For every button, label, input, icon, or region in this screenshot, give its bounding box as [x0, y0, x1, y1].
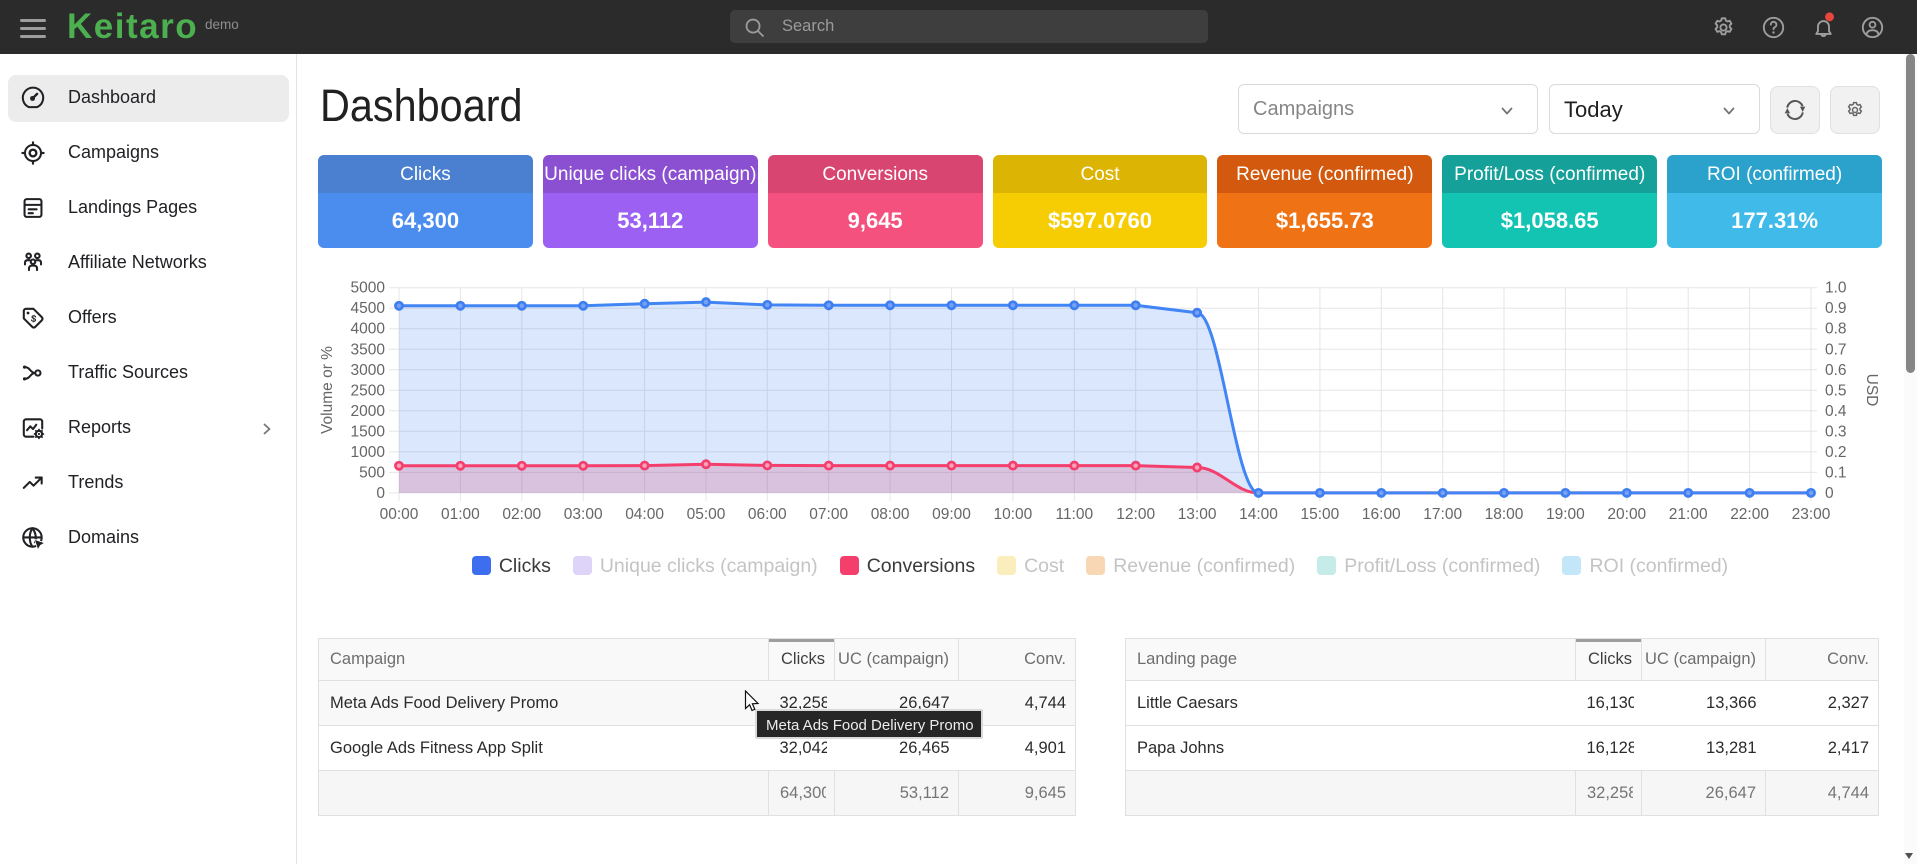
svg-text:0: 0 — [376, 485, 385, 502]
svg-text:02:00: 02:00 — [502, 506, 541, 523]
svg-text:0.1: 0.1 — [1825, 464, 1847, 481]
svg-text:15:00: 15:00 — [1301, 506, 1340, 523]
svg-text:05:00: 05:00 — [687, 506, 726, 523]
svg-text:$: $ — [30, 314, 37, 326]
svg-text:01:00: 01:00 — [441, 506, 480, 523]
svg-text:17:00: 17:00 — [1423, 506, 1462, 523]
svg-text:04:00: 04:00 — [625, 506, 664, 523]
svg-text:08:00: 08:00 — [871, 506, 910, 523]
svg-text:07:00: 07:00 — [809, 506, 848, 523]
svg-text:0: 0 — [1825, 485, 1834, 502]
svg-text:Volume or %: Volume or % — [319, 346, 336, 434]
svg-text:16:00: 16:00 — [1362, 506, 1401, 523]
svg-text:20:00: 20:00 — [1607, 506, 1646, 523]
svg-text:4500: 4500 — [351, 300, 386, 317]
svg-text:0.7: 0.7 — [1825, 341, 1847, 358]
svg-text:06:00: 06:00 — [748, 506, 787, 523]
svg-text:1000: 1000 — [351, 444, 386, 461]
svg-text:0.9: 0.9 — [1825, 300, 1847, 317]
svg-text:2500: 2500 — [351, 382, 386, 399]
svg-text:23:00: 23:00 — [1792, 506, 1831, 523]
svg-text:19:00: 19:00 — [1546, 506, 1585, 523]
svg-text:12:00: 12:00 — [1116, 506, 1155, 523]
svg-text:11:00: 11:00 — [1055, 506, 1093, 523]
svg-text:USD: USD — [1863, 374, 1880, 407]
svg-text:03:00: 03:00 — [564, 506, 603, 523]
svg-text:14:00: 14:00 — [1239, 506, 1278, 523]
svg-text:1500: 1500 — [351, 423, 386, 440]
svg-text:0.8: 0.8 — [1825, 321, 1847, 338]
svg-text:5000: 5000 — [351, 280, 386, 297]
svg-text:22:00: 22:00 — [1730, 506, 1769, 523]
svg-text:0.2: 0.2 — [1825, 444, 1847, 461]
svg-text:13:00: 13:00 — [1178, 506, 1217, 523]
svg-text:10:00: 10:00 — [994, 506, 1033, 523]
svg-text:2000: 2000 — [351, 403, 386, 420]
svg-text:0.3: 0.3 — [1825, 423, 1847, 440]
svg-text:09:00: 09:00 — [932, 506, 971, 523]
svg-text:0.4: 0.4 — [1825, 403, 1847, 420]
svg-text:1.0: 1.0 — [1825, 280, 1847, 297]
svg-text:18:00: 18:00 — [1485, 506, 1524, 523]
svg-text:00:00: 00:00 — [380, 506, 419, 523]
svg-text:500: 500 — [359, 464, 385, 481]
svg-text:3500: 3500 — [351, 341, 386, 358]
svg-text:0.6: 0.6 — [1825, 362, 1847, 379]
svg-text:4000: 4000 — [351, 321, 386, 338]
svg-text:0.5: 0.5 — [1825, 382, 1847, 399]
svg-text:21:00: 21:00 — [1669, 506, 1708, 523]
svg-text:3000: 3000 — [351, 362, 386, 379]
